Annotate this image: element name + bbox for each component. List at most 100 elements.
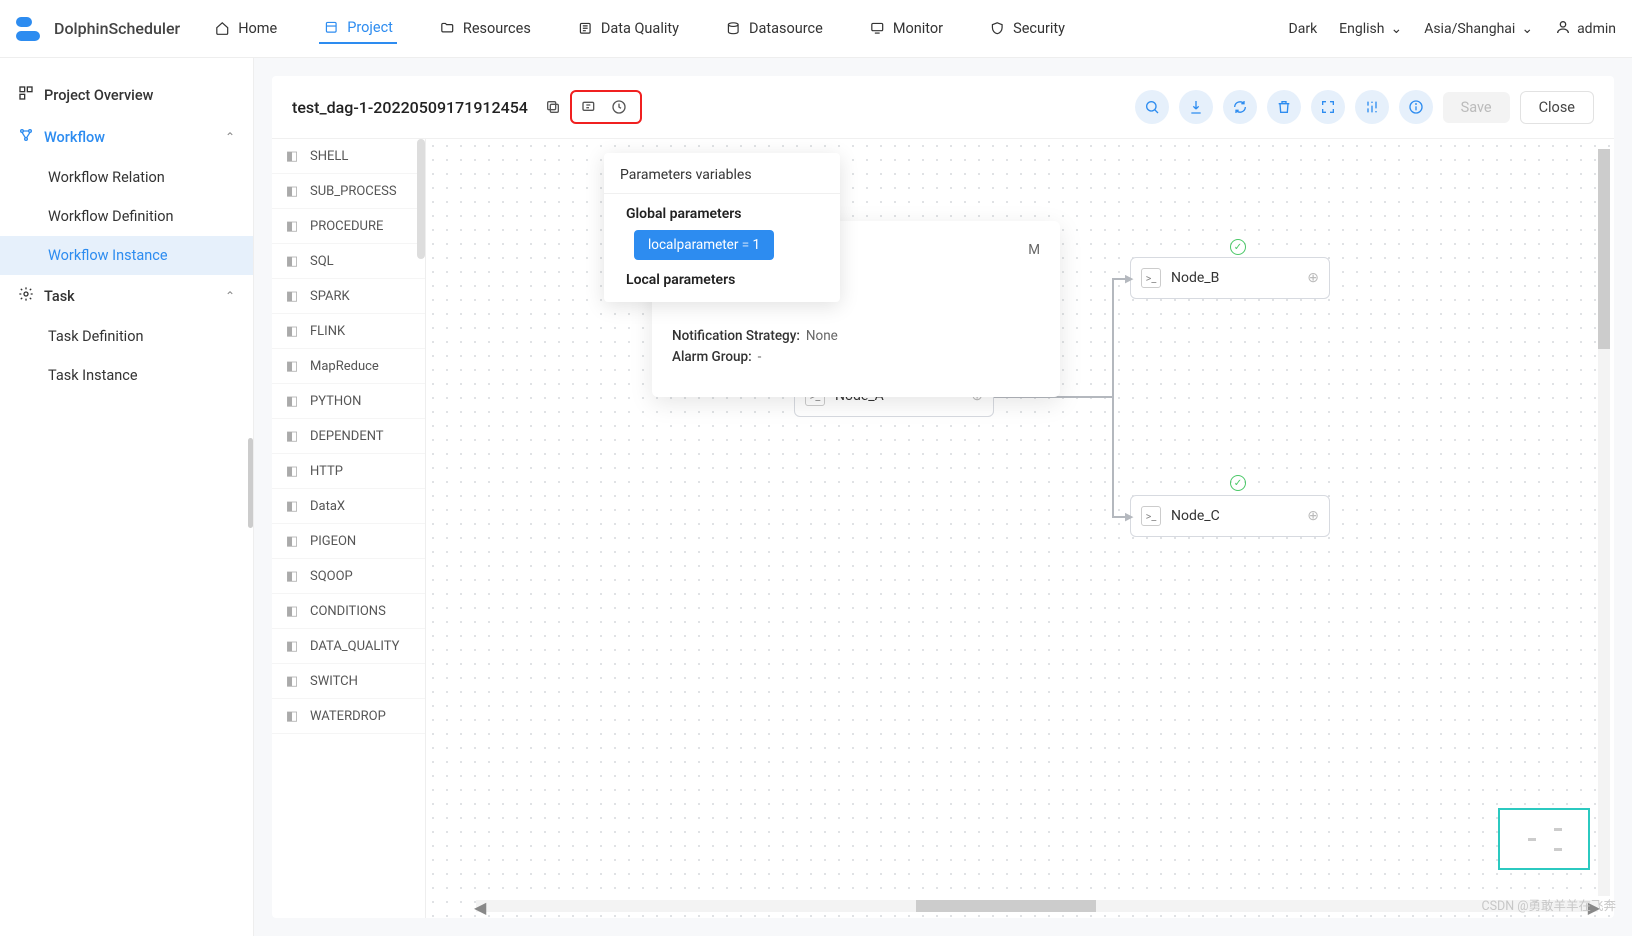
- global-param-chip[interactable]: localparameter = 1: [634, 230, 774, 260]
- sidebar: Project Overview Workflow ⌃ Workflow Rel…: [0, 58, 254, 936]
- refresh-button[interactable]: [1223, 90, 1257, 124]
- sidebar-workflow[interactable]: Workflow ⌃: [0, 116, 253, 158]
- fullscreen-button[interactable]: [1311, 90, 1345, 124]
- task-type-icon: ◧: [284, 603, 300, 619]
- palette-procedure[interactable]: ◧PROCEDURE: [272, 209, 425, 244]
- app-logo[interactable]: DolphinScheduler: [16, 17, 180, 41]
- timezone-select[interactable]: Asia/Shanghai ⌄: [1424, 21, 1533, 37]
- chevron-down-icon: ⌄: [1521, 21, 1533, 37]
- search-button[interactable]: [1135, 90, 1169, 124]
- canvas-vscroll[interactable]: [1598, 149, 1610, 896]
- palette-pigeon[interactable]: ◧PIGEON: [272, 524, 425, 559]
- theme-toggle[interactable]: Dark: [1289, 21, 1318, 37]
- sidebar-project-overview[interactable]: Project Overview: [0, 74, 253, 116]
- nav-resources[interactable]: Resources: [435, 13, 535, 44]
- quality-icon: [577, 21, 593, 37]
- dag-node-c[interactable]: >_ Node_C ⊕: [1130, 495, 1330, 537]
- workflow-icon: [18, 127, 34, 147]
- dag-canvas[interactable]: M Notification Strategy: None Alarm Group…: [426, 139, 1614, 918]
- nav-data-quality[interactable]: Data Quality: [573, 13, 683, 44]
- user-menu[interactable]: admin: [1555, 19, 1616, 39]
- save-button[interactable]: Save: [1443, 92, 1510, 123]
- task-type-icon: ◧: [284, 428, 300, 444]
- palette-waterdrop[interactable]: ◧WATERDROP: [272, 699, 425, 734]
- close-button[interactable]: Close: [1520, 91, 1594, 124]
- delete-button[interactable]: [1267, 90, 1301, 124]
- palette-dependent[interactable]: ◧DEPENDENT: [272, 419, 425, 454]
- language-select[interactable]: English ⌄: [1339, 21, 1402, 37]
- palette-http[interactable]: ◧HTTP: [272, 454, 425, 489]
- info-button[interactable]: [1399, 90, 1433, 124]
- task-type-icon: ◧: [284, 463, 300, 479]
- task-type-icon: ◧: [284, 218, 300, 234]
- task-type-icon: ◧: [284, 183, 300, 199]
- format-button[interactable]: [1355, 90, 1389, 124]
- palette-sub_process[interactable]: ◧SUB_PROCESS: [272, 174, 425, 209]
- nav-security[interactable]: Security: [985, 13, 1069, 44]
- node-label: Node_C: [1171, 508, 1297, 524]
- status-success-icon: ✓: [1230, 239, 1246, 255]
- task-type-icon: ◧: [284, 358, 300, 374]
- notify-label: Notification Strategy:: [672, 328, 800, 344]
- minimap[interactable]: [1498, 808, 1590, 870]
- arrow-icon: ▶: [1125, 510, 1133, 523]
- workflow-card: test_dag-1-20220509171912454: [272, 76, 1614, 918]
- shell-task-icon: >_: [1141, 268, 1161, 288]
- task-type-icon: ◧: [284, 393, 300, 409]
- palette-sqoop[interactable]: ◧SQOOP: [272, 559, 425, 594]
- task-type-icon: ◧: [284, 253, 300, 269]
- sidebar-workflow-definition[interactable]: Workflow Definition: [0, 197, 253, 236]
- workflow-title: test_dag-1-20220509171912454: [292, 98, 528, 117]
- dag-node-b[interactable]: >_ Node_B ⊕: [1130, 257, 1330, 299]
- plus-icon[interactable]: ⊕: [1307, 270, 1319, 286]
- info-suffix: M: [1028, 242, 1040, 258]
- toolbar-highlighted-buttons: [570, 90, 642, 124]
- home-icon: [214, 21, 230, 37]
- canvas-hscroll[interactable]: ◀▶: [476, 900, 1598, 912]
- parameters-icon[interactable]: [576, 94, 602, 120]
- palette-datax[interactable]: ◧DataX: [272, 489, 425, 524]
- datasource-icon: [725, 21, 741, 37]
- sidebar-task-instance[interactable]: Task Instance: [0, 356, 253, 395]
- palette-mapreduce[interactable]: ◧MapReduce: [272, 349, 425, 384]
- palette-scrollbar[interactable]: [417, 139, 425, 259]
- palette-data_quality[interactable]: ◧DATA_QUALITY: [272, 629, 425, 664]
- task-type-icon: ◧: [284, 148, 300, 164]
- top-nav: Home Project Resources Data Quality Data…: [210, 13, 1288, 44]
- shell-task-icon: >_: [1141, 506, 1161, 526]
- arrow-icon: ▶: [1125, 272, 1133, 285]
- alarm-label: Alarm Group:: [672, 349, 752, 365]
- schedule-icon[interactable]: [606, 94, 632, 120]
- sidebar-task-definition[interactable]: Task Definition: [0, 317, 253, 356]
- plus-icon[interactable]: ⊕: [1307, 508, 1319, 524]
- nav-project[interactable]: Project: [319, 13, 397, 44]
- local-params-heading: Local parameters: [604, 260, 840, 296]
- sidebar-task[interactable]: Task ⌃: [0, 275, 253, 317]
- palette-shell[interactable]: ◧SHELL: [272, 139, 425, 174]
- sidebar-workflow-instance[interactable]: Workflow Instance: [0, 236, 253, 275]
- copy-icon[interactable]: [540, 94, 566, 120]
- chevron-down-icon: ⌄: [1390, 21, 1402, 37]
- header-right: Dark English ⌄ Asia/Shanghai ⌄ admin: [1289, 19, 1616, 39]
- workflow-toolbar: test_dag-1-20220509171912454: [272, 76, 1614, 139]
- project-icon: [323, 20, 339, 36]
- sidebar-workflow-relation[interactable]: Workflow Relation: [0, 158, 253, 197]
- palette-conditions[interactable]: ◧CONDITIONS: [272, 594, 425, 629]
- palette-python[interactable]: ◧PYTHON: [272, 384, 425, 419]
- notify-value: None: [806, 328, 838, 344]
- palette-spark[interactable]: ◧SPARK: [272, 279, 425, 314]
- palette-switch[interactable]: ◧SWITCH: [272, 664, 425, 699]
- task-type-icon: ◧: [284, 498, 300, 514]
- nav-monitor[interactable]: Monitor: [865, 13, 947, 44]
- palette-flink[interactable]: ◧FLINK: [272, 314, 425, 349]
- task-type-icon: ◧: [284, 568, 300, 584]
- nav-home[interactable]: Home: [210, 13, 281, 44]
- node-label: Node_B: [1171, 270, 1297, 286]
- task-type-icon: ◧: [284, 708, 300, 724]
- sidebar-scrollbar[interactable]: [248, 438, 253, 528]
- download-button[interactable]: [1179, 90, 1213, 124]
- monitor-icon: [869, 21, 885, 37]
- task-type-icon: ◧: [284, 323, 300, 339]
- nav-datasource[interactable]: Datasource: [721, 13, 827, 44]
- palette-sql[interactable]: ◧SQL: [272, 244, 425, 279]
